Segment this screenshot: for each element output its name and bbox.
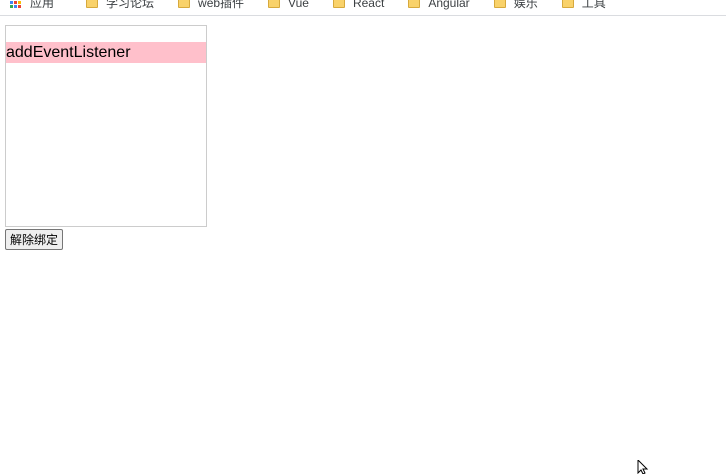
apps-icon (10, 0, 22, 9)
bookmarks-bar: 应用 学习论坛 web插件 Vue React Angular 娱乐 工具 (0, 0, 726, 16)
bookmark-folder-tools[interactable]: 工具 (561, 0, 606, 15)
bookmark-label: 学习论坛 (106, 0, 155, 10)
bookmark-label: Vue (288, 0, 309, 10)
bookmark-label: 娱乐 (513, 0, 538, 10)
bookmark-label: 应用 (30, 0, 55, 10)
bookmark-label: web插件 (198, 0, 245, 10)
bookmark-label: 工具 (581, 0, 606, 10)
bookmark-folder-study[interactable]: 学习论坛 (86, 0, 155, 15)
cursor-icon (637, 460, 649, 474)
folder-icon (268, 0, 281, 8)
bookmark-label: Angular (428, 0, 470, 10)
bookmark-apps[interactable]: 应用 (10, 0, 55, 15)
bookmark-label: React (352, 0, 385, 10)
folder-icon (332, 0, 345, 8)
bookmark-folder-react[interactable]: React (332, 0, 385, 15)
bookmark-folder-web-plugins[interactable]: web插件 (178, 0, 245, 15)
bookmark-folder-entertainment[interactable]: 娱乐 (493, 0, 538, 15)
folder-icon (86, 0, 99, 8)
folder-icon (178, 0, 191, 8)
unbind-button[interactable]: 解除绑定 (5, 229, 64, 250)
demo-box[interactable]: addEventListener (5, 25, 207, 227)
bookmark-folder-angular[interactable]: Angular (408, 0, 470, 15)
folder-icon (493, 0, 506, 8)
folder-icon (408, 0, 421, 8)
event-text[interactable]: addEventListener (6, 42, 206, 63)
folder-icon (561, 0, 574, 8)
bookmark-folder-vue[interactable]: Vue (268, 0, 309, 15)
